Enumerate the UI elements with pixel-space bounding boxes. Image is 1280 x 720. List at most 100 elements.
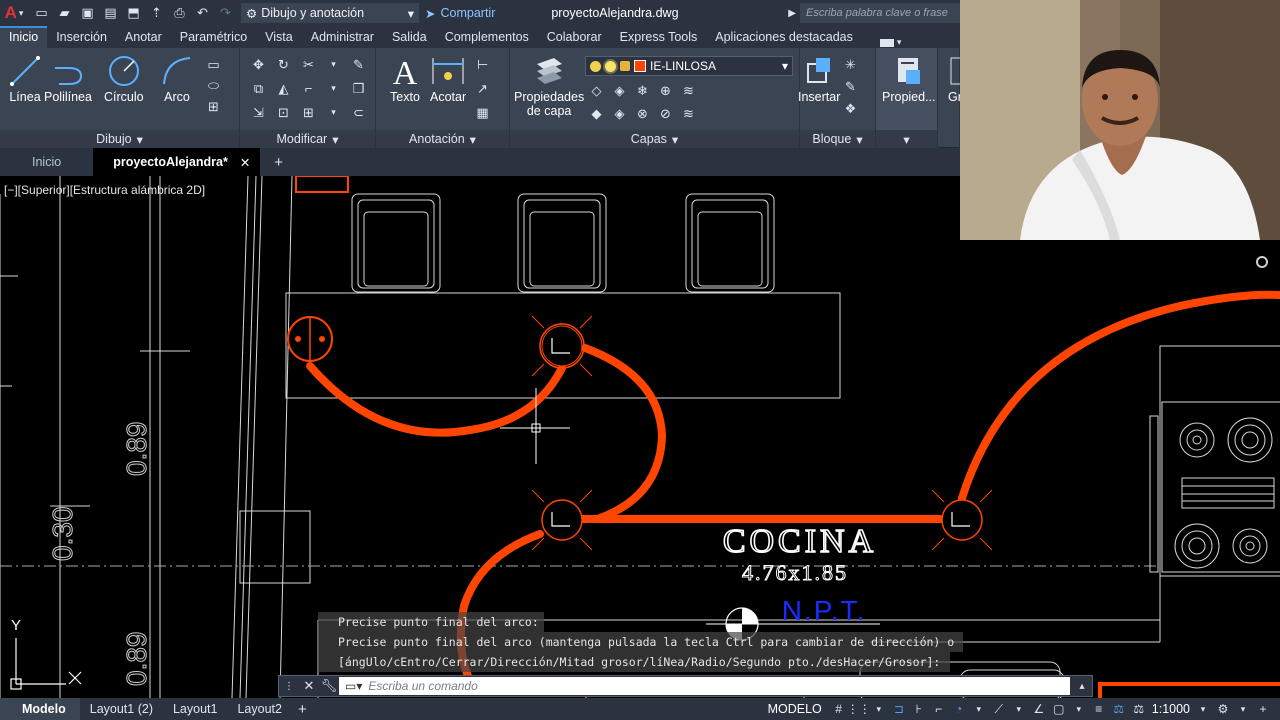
copy-icon[interactable]: ⧉	[250, 80, 267, 97]
leader-icon[interactable]: ↗	[474, 80, 491, 97]
mirror-icon[interactable]: ◭	[275, 80, 292, 97]
annotation-visibility-icon[interactable]: ⚖	[1132, 702, 1146, 716]
viewport-controls-label[interactable]: [−][Superior][Estructura alámbrica 2D]	[4, 183, 205, 197]
dynamic-input-icon[interactable]: ⊦	[912, 702, 926, 716]
layer-dropdown[interactable]: IE-LINLOSA ▾	[585, 56, 793, 76]
tab-home[interactable]: Inicio	[0, 148, 93, 176]
block-attribute-icon[interactable]: ❖	[842, 100, 859, 117]
properties-button[interactable]: Propied...	[882, 54, 936, 104]
arc-tool-button[interactable]: Arco	[160, 54, 194, 104]
line-tool-button[interactable]: Línea	[8, 54, 42, 104]
navigation-wheel-icon[interactable]	[1254, 254, 1270, 270]
grip-handle-icon[interactable]: ⋮	[279, 676, 299, 696]
save-icon[interactable]: ▣	[78, 4, 97, 22]
dropdown-icon[interactable]: ▾	[1072, 702, 1086, 716]
rotate-icon[interactable]: ↻	[275, 56, 292, 73]
layer-on-icon[interactable]: ◆	[588, 105, 605, 122]
snap-icon[interactable]: ⋮⋮	[847, 702, 871, 716]
workspace-selector[interactable]: ⚙ Dibujo y anotación ▾	[241, 3, 419, 23]
scale-icon[interactable]: ⊡	[275, 104, 292, 121]
lineweight-icon[interactable]: ≡	[1092, 702, 1106, 716]
layers-panel-title[interactable]: Capas ▾	[510, 130, 799, 148]
ribbon-options-icon[interactable]: ▾	[879, 37, 901, 48]
tab-express-tools[interactable]: Express Tools	[611, 26, 707, 48]
annotation-scale-value[interactable]: 1:1000	[1152, 702, 1190, 716]
layer-properties-button[interactable]: Propiedades de capa	[514, 54, 584, 118]
annotation-scale-icon[interactable]: ⚖	[1112, 702, 1126, 716]
layer-unlock-icon[interactable]: ⊘	[657, 105, 674, 122]
rectangle-icon[interactable]: ▭	[205, 56, 222, 73]
erase-icon[interactable]: ✎	[350, 56, 367, 73]
add-icon[interactable]: +	[1256, 702, 1270, 716]
dropdown-icon[interactable]: ▾	[972, 702, 986, 716]
ortho-icon[interactable]: ⌐	[932, 702, 946, 716]
upload-icon[interactable]: ⇡	[147, 4, 166, 22]
tab-vista[interactable]: Vista	[256, 26, 302, 48]
layer-isolate-icon[interactable]: ◈	[611, 82, 628, 99]
create-block-icon[interactable]: ✳	[842, 56, 859, 73]
tab-salida[interactable]: Salida	[383, 26, 436, 48]
tab-aplicaciones-destacadas[interactable]: Aplicaciones destacadas	[706, 26, 862, 48]
array-icon[interactable]: ⊞	[300, 104, 317, 121]
stretch-icon[interactable]: ⇲	[250, 104, 267, 121]
linear-dimension-icon[interactable]: ⊢	[474, 56, 491, 73]
grid-icon[interactable]: #	[832, 702, 846, 716]
insert-block-button[interactable]: Insertar	[798, 54, 840, 104]
add-layout-plus-icon[interactable]: +	[298, 701, 307, 718]
cloud-save-icon[interactable]: ⬒	[124, 4, 143, 22]
offset-icon[interactable]: ⊂	[350, 104, 367, 121]
open-folder-icon[interactable]: ▰	[55, 4, 74, 22]
tab-insercion[interactable]: Inserción	[47, 26, 116, 48]
layer-freeze-icon[interactable]: ❄	[634, 82, 651, 99]
dropdown-icon[interactable]: ▾	[872, 702, 886, 716]
chevron-up-icon[interactable]: ▴	[1072, 676, 1092, 696]
polar-tracking-icon[interactable]: ◔	[952, 702, 966, 716]
edit-block-icon[interactable]: ✎	[842, 78, 859, 95]
table-icon[interactable]: ▦	[474, 104, 491, 121]
properties-panel-title[interactable]: ▾	[876, 130, 937, 148]
polyline-tool-button[interactable]: Polilínea	[44, 54, 92, 104]
infer-constraints-icon[interactable]: ⊐	[892, 702, 906, 716]
isodraft-icon[interactable]: ⟋	[992, 702, 1006, 716]
dropdown-icon[interactable]: ▾	[1236, 702, 1250, 716]
tab-colaborar[interactable]: Colaborar	[538, 26, 611, 48]
layer-match-icon[interactable]: ≋	[680, 82, 697, 99]
layer-walk-icon[interactable]: ≋	[680, 105, 697, 122]
tab-complementos[interactable]: Complementos	[436, 26, 538, 48]
dropdown-icon[interactable]: ▾	[325, 56, 342, 73]
autocad-logo-icon[interactable]: A ▾	[0, 0, 28, 26]
move-icon[interactable]: ✥	[250, 56, 267, 73]
command-prompt-icon[interactable]: ▭▾	[345, 679, 362, 693]
fillet-icon[interactable]: ⌐	[300, 80, 317, 97]
trim-icon[interactable]: ✂	[300, 56, 317, 73]
undo-icon[interactable]: ↶	[193, 4, 212, 22]
dropdown-icon[interactable]: ▾	[1196, 702, 1210, 716]
chevron-right-icon[interactable]: ▶	[788, 8, 796, 19]
tab-inicio[interactable]: Inicio	[0, 26, 48, 48]
tab-layout2[interactable]: Layout2	[227, 698, 291, 720]
tab-drawing-active[interactable]: proyectoAlejandra* ✕	[93, 148, 261, 176]
layer-lock-icon[interactable]: ⊕	[657, 82, 674, 99]
layer-unisolate-icon[interactable]: ◈	[611, 105, 628, 122]
customize-wrench-icon[interactable]: 🔧︎	[319, 676, 339, 696]
plot-icon[interactable]: ⎙	[170, 4, 189, 22]
save-as-icon[interactable]: ▤	[101, 4, 120, 22]
object-snap-tracking-icon[interactable]: ∠	[1032, 702, 1046, 716]
tab-layout1[interactable]: Layout1	[163, 698, 227, 720]
new-file-icon[interactable]: ▭	[32, 4, 51, 22]
modify-panel-title[interactable]: Modificar ▾	[240, 130, 375, 148]
explode-icon[interactable]: ❒	[350, 80, 367, 97]
annotation-panel-title[interactable]: Anotación ▾	[376, 130, 509, 148]
share-button[interactable]: ➤ Compartir	[425, 6, 495, 21]
tab-modelo[interactable]: Modelo	[0, 698, 80, 720]
circle-tool-button[interactable]: Círculo	[104, 54, 144, 104]
layer-thaw-icon[interactable]: ⊗	[634, 105, 651, 122]
block-panel-title[interactable]: Bloque ▾	[800, 130, 875, 148]
settings-gear-icon[interactable]: ⚙	[1216, 702, 1230, 716]
object-snap-icon[interactable]: ▢	[1052, 702, 1066, 716]
new-tab-plus-icon[interactable]: +	[274, 154, 283, 171]
dropdown-icon[interactable]: ▾	[325, 104, 342, 121]
tab-administrar[interactable]: Administrar	[302, 26, 383, 48]
dimension-tool-button[interactable]: Acotar	[430, 54, 466, 104]
close-icon[interactable]: ✕	[299, 676, 319, 696]
